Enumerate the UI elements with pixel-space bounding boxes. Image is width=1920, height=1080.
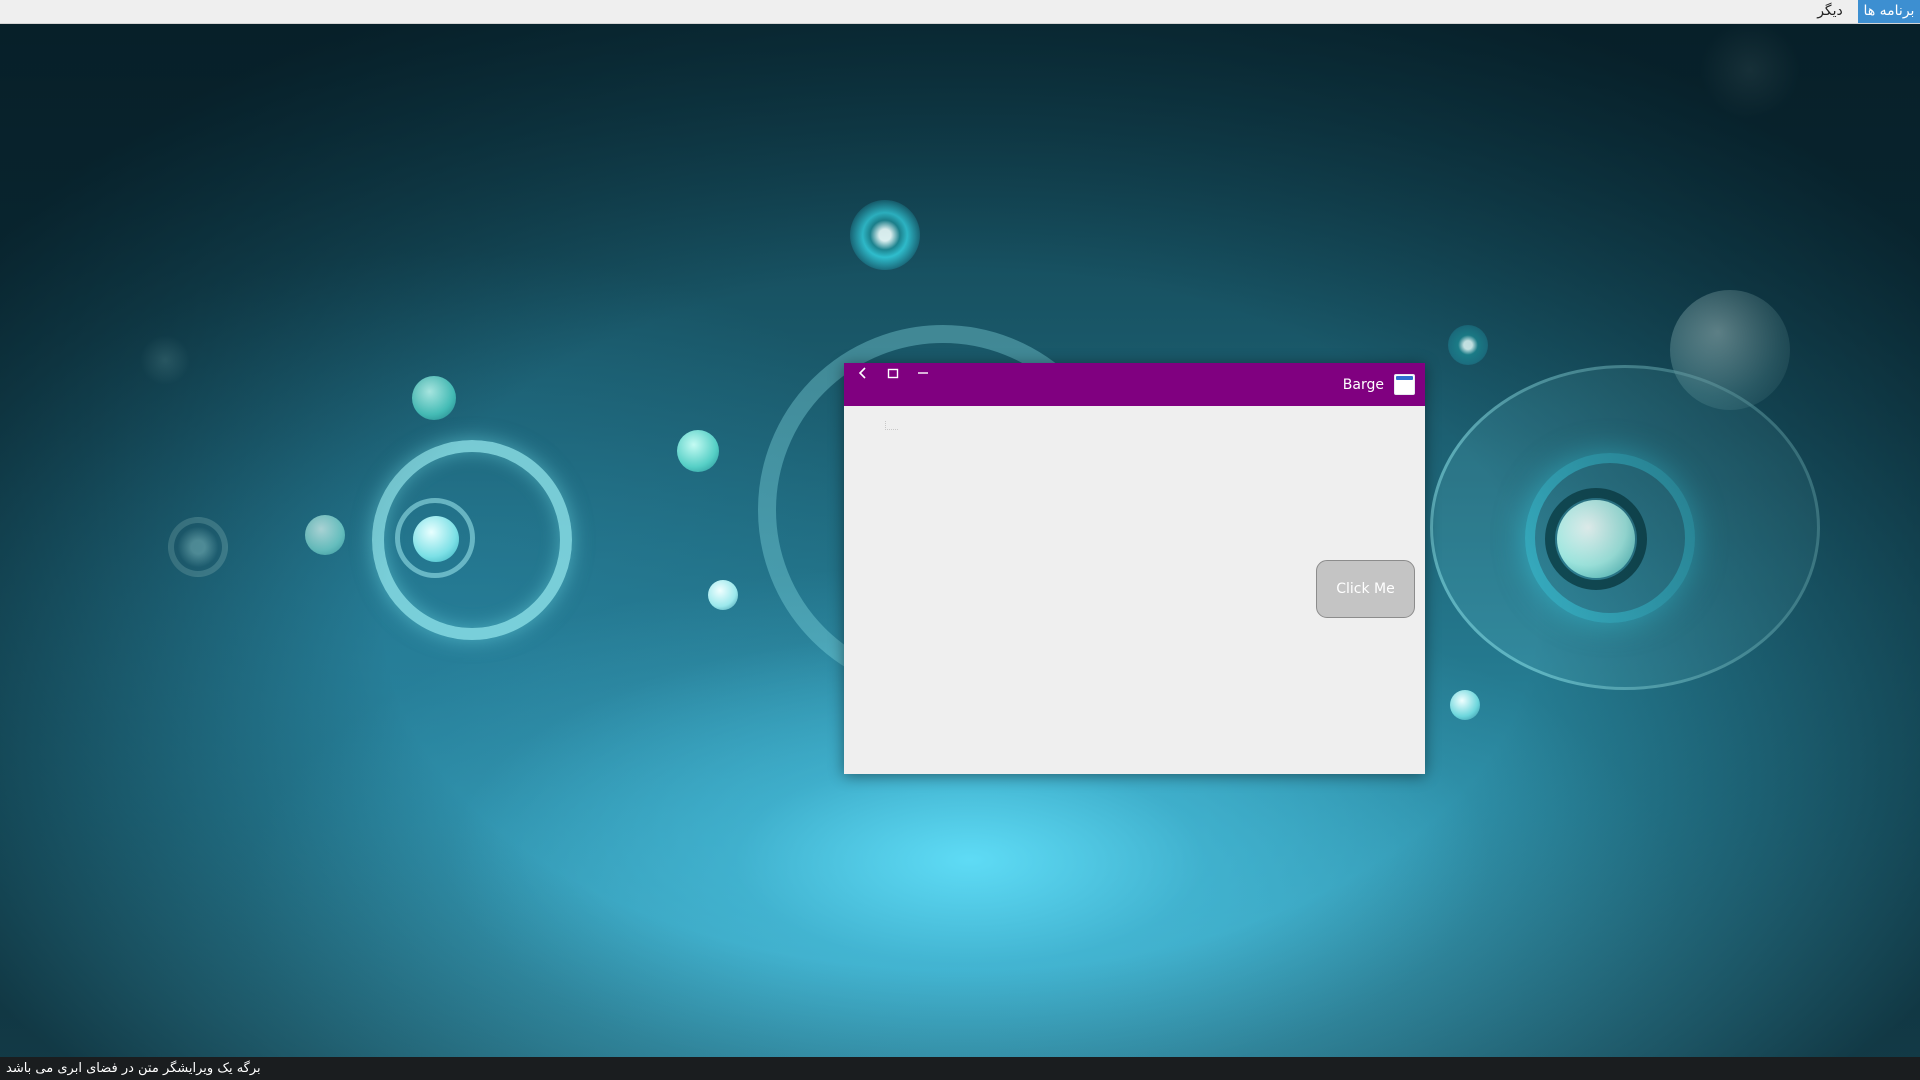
content-marker [885,421,898,430]
top-panel: دیگر برنامه ها [0,0,1920,24]
minimize-icon [918,372,928,374]
back-button[interactable] [850,363,876,383]
window-content: Click Me [844,406,1425,774]
back-arrow-icon [858,367,866,379]
app-window: Barge Click Me [844,363,1425,774]
window-app-icon [1394,374,1415,395]
window-titlebar[interactable]: Barge [844,363,1425,406]
click-me-button[interactable]: Click Me [1316,560,1415,618]
minimize-button[interactable] [910,363,936,383]
applications-menu[interactable]: برنامه ها [1858,0,1920,23]
status-bar: برگه یک ویرایشگر متن در فضای ابری می باش… [0,1057,1920,1080]
window-title: Barge [1342,377,1384,393]
status-text: برگه یک ویرایشگر متن در فضای ابری می باش… [6,1061,261,1076]
maximize-button[interactable] [880,363,906,383]
maximize-icon [887,368,899,379]
other-menu[interactable]: دیگر [1810,0,1850,23]
